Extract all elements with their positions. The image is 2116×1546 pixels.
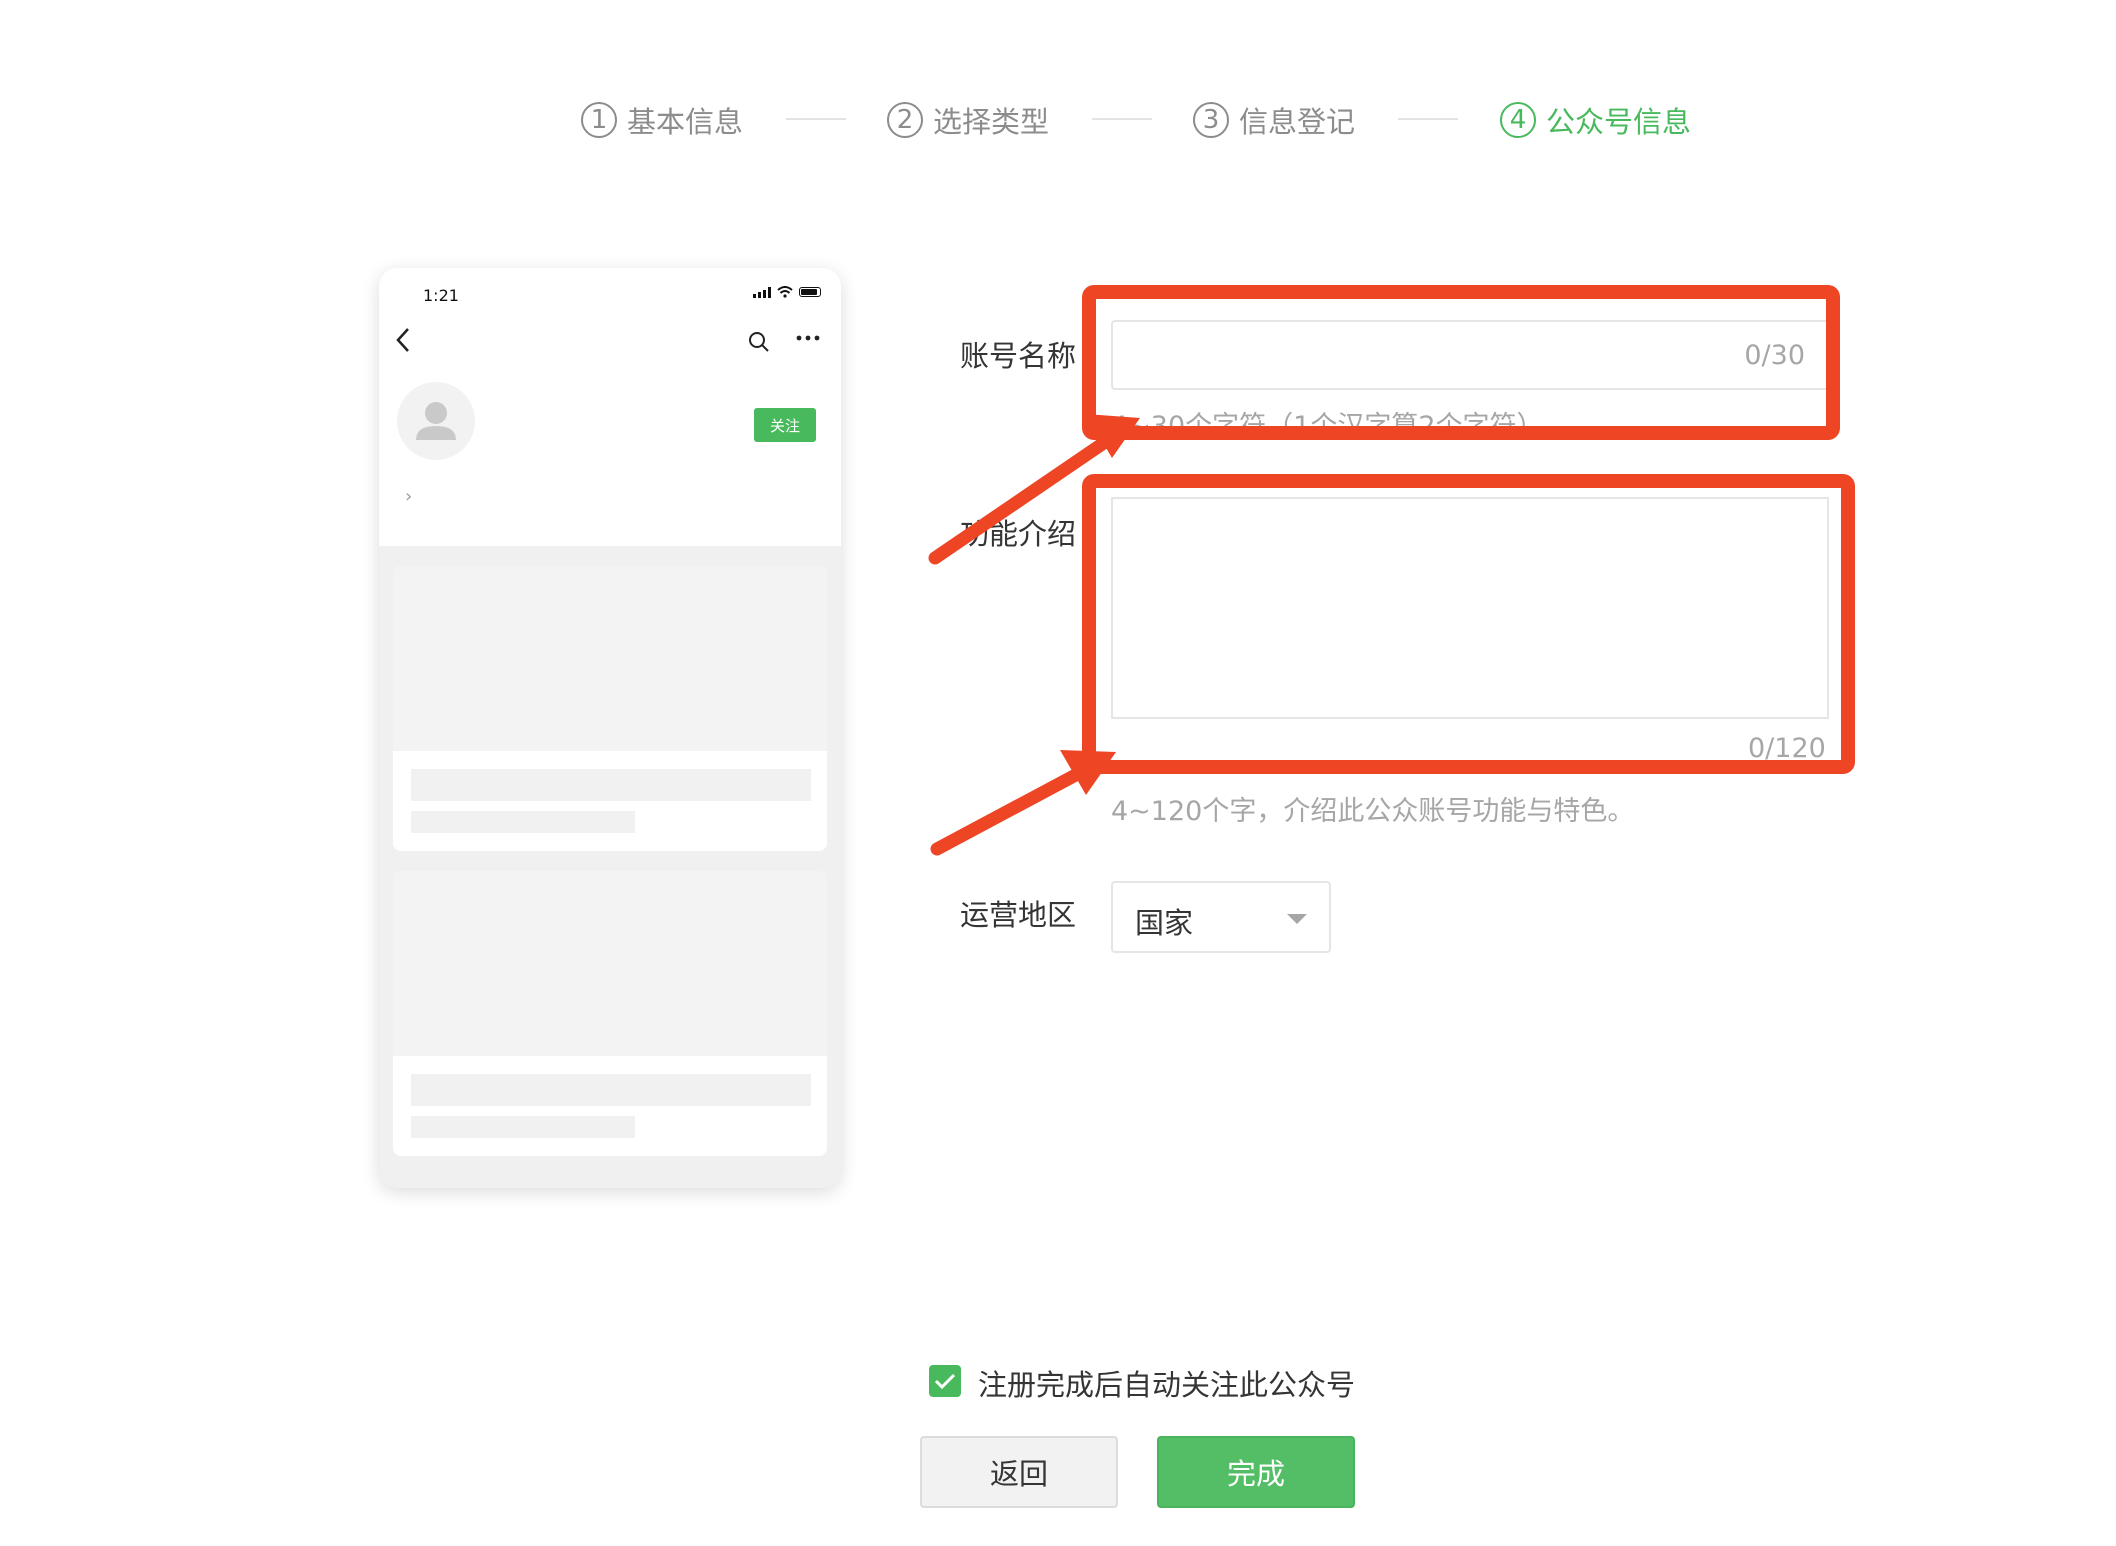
annotation-box-name (1082, 285, 1840, 440)
back-arrow-icon (396, 328, 409, 352)
intro-hint: 4~120个字，介绍此公众账号功能与特色。 (1111, 796, 1635, 827)
step-2: 2 选择类型 (887, 95, 1049, 145)
step-4: 4 公众号信息 (1500, 95, 1691, 145)
step-divider (1092, 118, 1152, 120)
step-divider (1398, 118, 1458, 120)
intro-label: 功能介绍 (960, 517, 1077, 551)
done-button[interactable]: 完成 (1157, 1436, 1355, 1508)
check-icon (934, 1373, 956, 1390)
annotation-box-intro (1082, 474, 1855, 774)
status-time: 1:21 (423, 286, 459, 305)
auto-follow-checkbox[interactable] (929, 1365, 961, 1397)
region-select[interactable]: 国家 (1111, 881, 1331, 953)
step-3: 3 信息登记 (1193, 95, 1355, 145)
step-label: 选择类型 (933, 105, 1050, 139)
signal-icon (753, 286, 771, 298)
step-label: 基本信息 (627, 105, 744, 139)
step-label: 公众号信息 (1546, 105, 1692, 139)
avatar-icon (397, 382, 475, 460)
region-select-value: 国家 (1135, 906, 1194, 940)
back-button[interactable]: 返回 (920, 1436, 1118, 1508)
step-label: 信息登记 (1239, 105, 1356, 139)
step-1: 1 基本信息 (581, 95, 743, 145)
search-icon (749, 332, 769, 352)
card-title-placeholder (411, 1074, 811, 1106)
phone-preview: 1:21 关注 › (379, 268, 841, 1188)
card-subtitle-placeholder (411, 1116, 635, 1138)
step-divider (786, 118, 846, 120)
auto-follow-label[interactable]: 注册完成后自动关注此公众号 (978, 1362, 1355, 1404)
step-number: 4 (1500, 102, 1536, 138)
dropdown-caret-icon (1287, 914, 1307, 924)
region-label: 运营地区 (960, 898, 1077, 932)
wifi-icon (777, 286, 793, 298)
article-card-placeholder (393, 871, 827, 1156)
battery-icon (799, 287, 821, 297)
follow-button: 关注 (754, 408, 816, 442)
status-icons (753, 286, 821, 298)
card-image-placeholder (393, 871, 827, 1056)
step-number: 2 (887, 102, 923, 138)
card-title-placeholder (411, 769, 811, 801)
card-subtitle-placeholder (411, 811, 635, 833)
preview-header: 1:21 关注 › (379, 268, 841, 546)
step-number: 3 (1193, 102, 1229, 138)
more-icon (796, 335, 820, 341)
step-number: 1 (581, 102, 617, 138)
card-image-placeholder (393, 566, 827, 751)
article-card-placeholder (393, 566, 827, 851)
chevron-right-icon: › (405, 486, 413, 507)
account-name-label: 账号名称 (960, 339, 1077, 373)
